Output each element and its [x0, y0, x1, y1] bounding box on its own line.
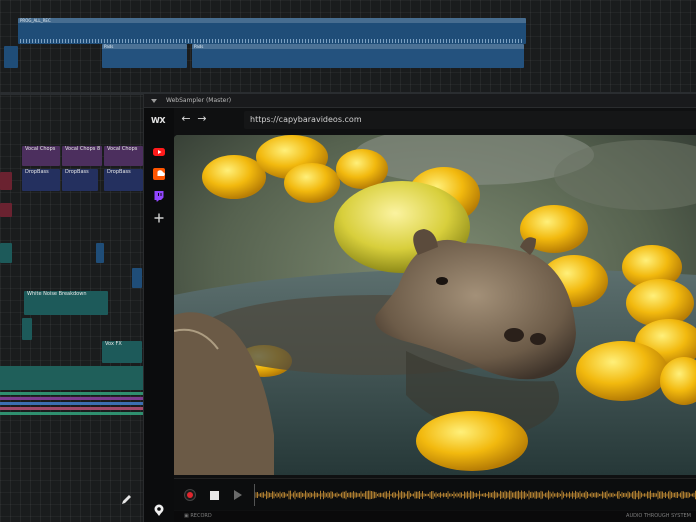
clip-white-noise[interactable]: White Noise Breakdown — [24, 291, 108, 315]
clip-red-small[interactable] — [0, 172, 12, 190]
clip-teal-small[interactable] — [0, 243, 12, 263]
soundcloud-icon[interactable] — [153, 168, 165, 180]
band-green — [0, 392, 143, 395]
audio-clip-small[interactable] — [4, 46, 18, 68]
clip-label: Vocal Chops — [25, 146, 56, 152]
stop-icon[interactable] — [210, 491, 219, 500]
audio-clip-row2a[interactable]: Pads — [102, 44, 187, 68]
clip-red-small-2[interactable] — [0, 203, 12, 217]
sidebar: WX — [144, 108, 174, 522]
window-title: WebSampler (Master) — [166, 97, 232, 104]
clip-vocal-chops-1[interactable]: Vocal Chops — [22, 146, 60, 166]
browser-navbar: ← → https://capybaravideos.com — [174, 108, 696, 132]
band-green-2 — [0, 412, 143, 415]
pencil-icon — [122, 495, 131, 504]
record-icon[interactable] — [184, 489, 196, 501]
clip-label: Vocal Chops — [107, 146, 138, 152]
status-left: ▣ RECORD — [184, 513, 212, 519]
clip-dropbass-1[interactable]: DropBass — [22, 169, 60, 191]
audio-clip-row2b[interactable]: Pads — [192, 44, 524, 68]
band-blue — [0, 402, 143, 405]
clip-header: Pads — [102, 44, 187, 49]
clip-waveform — [20, 39, 524, 43]
play-icon[interactable] — [234, 490, 242, 500]
clip-dropbass-2[interactable]: DropBass — [62, 169, 98, 191]
clip-blue-slim-2[interactable] — [132, 268, 142, 288]
band-purple — [0, 397, 143, 400]
clip-dropbass-3[interactable]: DropBass — [104, 169, 143, 191]
video-player[interactable] — [174, 135, 696, 475]
web-sampler-window: WebSampler (Master) WX ← → https://capyb… — [143, 94, 696, 522]
window-menu-icon[interactable] — [151, 98, 157, 104]
plus-icon[interactable] — [153, 212, 165, 224]
video-frame-capybara — [174, 135, 696, 475]
recorded-waveform — [254, 484, 696, 506]
automation-lane-teal[interactable] — [0, 366, 143, 390]
clip-header: Pads — [192, 44, 524, 49]
audio-clip-top[interactable]: PROG_ALL_REC — [18, 18, 526, 44]
arrow-left-icon[interactable]: ← — [180, 113, 192, 125]
twitch-icon[interactable] — [153, 190, 165, 202]
clip-blue-slim[interactable] — [96, 243, 104, 263]
location-pin-icon[interactable] — [153, 504, 165, 516]
clip-label: White Noise Breakdown — [27, 291, 87, 297]
arrow-right-icon[interactable]: → — [196, 113, 208, 125]
window-titlebar[interactable]: WebSampler (Master) — [144, 94, 696, 108]
url-bar[interactable]: https://capybaravideos.com — [244, 111, 696, 129]
status-bar: ▣ RECORD AUDIO THROUGH SYSTEM — [174, 511, 696, 522]
clip-label: Vox FX — [105, 341, 122, 347]
band-pink — [0, 407, 143, 410]
clip-header: PROG_ALL_REC — [18, 18, 526, 23]
clip-label: Vocal Chops 8 — [65, 146, 101, 152]
app-logo: WX — [151, 116, 166, 125]
recorder-transport — [174, 478, 696, 510]
clip-vox-fx[interactable]: Vox FX — [102, 341, 142, 363]
clip-label: DropBass — [25, 169, 49, 175]
clip-label: DropBass — [65, 169, 89, 175]
clip-vocal-chops-2[interactable]: Vocal Chops 8 — [62, 146, 102, 166]
clip-label: DropBass — [107, 169, 131, 175]
youtube-icon[interactable] — [153, 146, 165, 158]
clip-teal-small-2[interactable] — [22, 318, 32, 340]
clip-vocal-chops-3[interactable]: Vocal Chops — [104, 146, 143, 166]
status-right: AUDIO THROUGH SYSTEM — [626, 513, 691, 519]
